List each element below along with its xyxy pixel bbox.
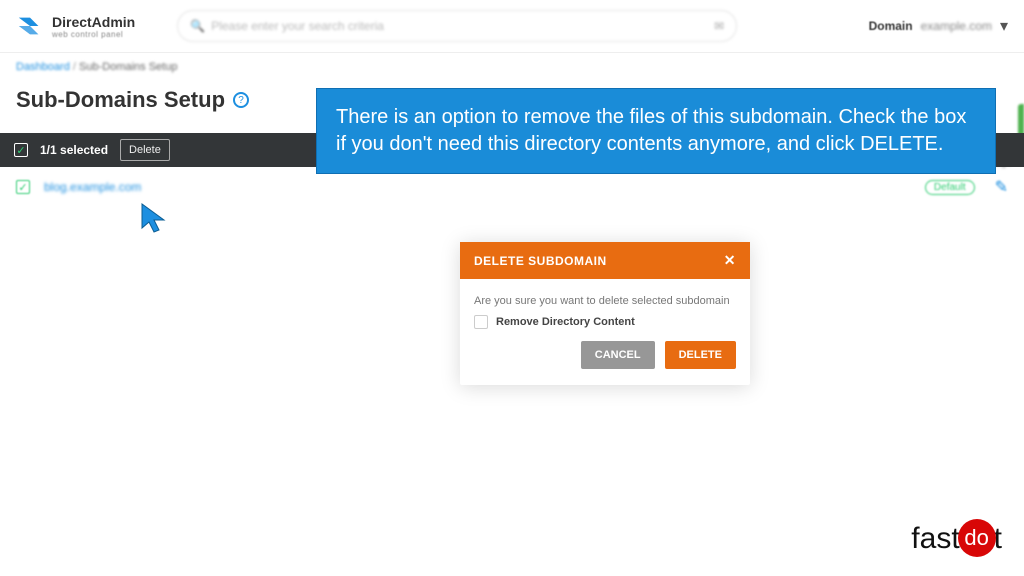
- cancel-button[interactable]: CANCEL: [581, 341, 655, 369]
- edit-icon[interactable]: ✎: [995, 177, 1008, 197]
- fastdot-circle: do: [958, 519, 996, 557]
- fastdot-pre: fast: [911, 522, 959, 556]
- close-icon[interactable]: ✕: [724, 252, 736, 269]
- remove-directory-row[interactable]: Remove Directory Content: [474, 315, 736, 329]
- remove-directory-label: Remove Directory Content: [496, 316, 635, 328]
- breadcrumb-root[interactable]: Dashboard: [16, 61, 70, 73]
- select-all-checkbox[interactable]: ✓: [14, 143, 28, 157]
- brand-logo-icon: [16, 12, 44, 40]
- delete-button[interactable]: DELETE: [665, 341, 736, 369]
- instruction-callout: There is an option to remove the files o…: [316, 88, 996, 174]
- modal-body: Are you sure you want to delete selected…: [460, 279, 750, 341]
- fastdot-logo: fastdot: [911, 520, 1002, 558]
- delete-subdomain-modal: DELETE SUBDOMAIN ✕ Are you sure you want…: [460, 242, 750, 385]
- status-badge: Default: [925, 180, 975, 195]
- subdomain-name[interactable]: blog.example.com: [44, 180, 141, 194]
- domain-label: Domain: [869, 19, 913, 33]
- brand: DirectAdmin web control panel: [16, 12, 135, 40]
- search-icon: 🔍: [190, 19, 205, 33]
- domain-value: example.com: [921, 19, 992, 33]
- app-header: DirectAdmin web control panel 🔍 Please e…: [0, 0, 1024, 53]
- brand-title: DirectAdmin: [52, 14, 135, 30]
- modal-question: Are you sure you want to delete selected…: [474, 295, 736, 307]
- bulk-delete-button[interactable]: Delete: [120, 139, 170, 161]
- search-input[interactable]: 🔍 Please enter your search criteria ✉: [177, 10, 737, 42]
- modal-header: DELETE SUBDOMAIN ✕: [460, 242, 750, 279]
- chevron-down-icon: ▾: [1000, 16, 1008, 36]
- brand-subtitle: web control panel: [52, 30, 135, 39]
- breadcrumb: Dashboard / Sub-Domains Setup: [0, 53, 1024, 81]
- help-icon[interactable]: ?: [233, 92, 249, 108]
- page-title: Sub-Domains Setup: [16, 87, 225, 113]
- breadcrumb-current: Sub-Domains Setup: [79, 61, 177, 73]
- modal-footer: CANCEL DELETE: [460, 341, 750, 385]
- modal-title: DELETE SUBDOMAIN: [474, 254, 607, 268]
- notification-icon[interactable]: ✉: [714, 19, 724, 33]
- selection-count: 1/1 selected: [40, 143, 108, 157]
- cursor-icon: [140, 202, 168, 241]
- row-checkbox[interactable]: ✓: [16, 180, 30, 194]
- search-placeholder: Please enter your search criteria: [211, 19, 384, 33]
- domain-selector[interactable]: Domain example.com ▾: [869, 16, 1008, 36]
- remove-directory-checkbox[interactable]: [474, 315, 488, 329]
